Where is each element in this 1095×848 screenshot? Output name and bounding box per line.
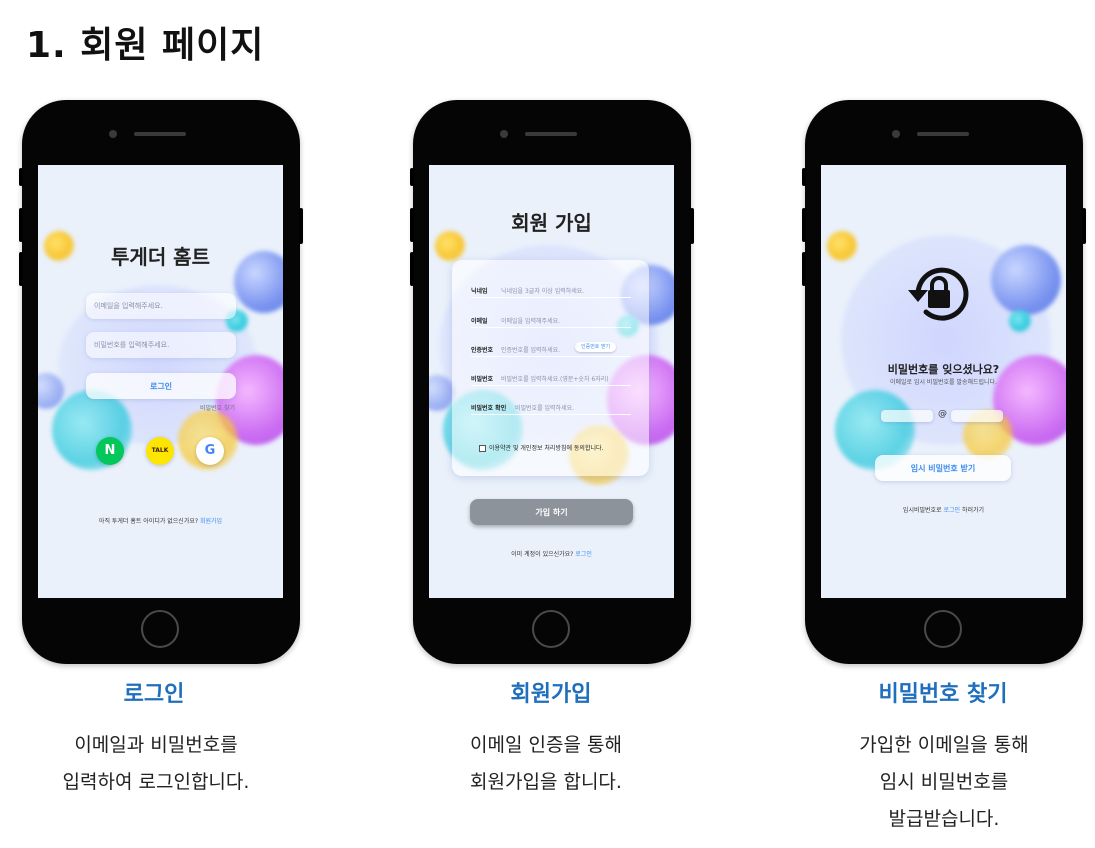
caption-line: 이메일과 비밀번호를 [74, 734, 238, 756]
phone-speaker [917, 132, 969, 136]
phone-camera [109, 130, 117, 138]
phone-side-button [299, 208, 303, 244]
login-prompt: 이미 계정이 있으신가요? 로그인 [429, 549, 674, 558]
phone-home-button [532, 610, 570, 648]
verification-field[interactable]: 인증번호를 입력하세요. [501, 345, 560, 354]
verification-row[interactable]: 인증번호 인증번호를 입력하세요. 인증번호 받기 [471, 339, 631, 357]
join-button[interactable]: 가입 하기 [470, 499, 633, 525]
email-row[interactable]: 이메일 이메일을 입력해주세요. [471, 310, 631, 328]
temp-login-suffix: 하러가기 [961, 507, 985, 514]
google-login-button[interactable]: G [196, 437, 224, 465]
temp-login-prompt: 임시비밀번호로 로그인 하러가기 [821, 505, 1066, 514]
lock-reset-icon [908, 267, 969, 321]
terms-agreement[interactable]: 이용약관 및 개인정보 처리방침에 동의합니다. [479, 443, 603, 452]
password-field[interactable]: 비밀번호를 입력해주세요. [86, 332, 236, 358]
nickname-row[interactable]: 닉네임 닉네임을 3글자 이상 입력하세요. [471, 280, 631, 298]
nickname-field[interactable]: 닉네임을 3글자 이상 입력하세요. [501, 286, 584, 295]
email-field[interactable]: 이메일을 입력해주세요. [501, 316, 560, 325]
email-field[interactable]: 이메일을 입력해주세요. [86, 293, 236, 319]
temp-password-button[interactable]: 임시 비밀번호 받기 [875, 455, 1011, 481]
phone-side-button [410, 208, 414, 242]
have-account-text: 이미 계정이 있으신가요? [511, 551, 574, 558]
email-label: 이메일 [471, 318, 488, 325]
app-title: 투게더 홈트 [111, 245, 210, 269]
login-screen: 투게더 홈트 이메일을 입력해주세요. 비밀번호를 입력해주세요. 로그인 비밀… [38, 165, 283, 598]
phone-side-button [19, 252, 23, 286]
phone-side-button [690, 208, 694, 244]
nickname-label: 닉네임 [471, 288, 488, 295]
login-link[interactable]: 로그인 [943, 507, 960, 514]
caption-desc-login: 이메일과 비밀번호를 입력하여 로그인합니다. [0, 727, 316, 801]
password-row[interactable]: 비밀번호 비밀번호를 입력하세요.(영문+숫자 6자리) [471, 368, 631, 386]
page-title: 1. 회원 페이지 [26, 25, 265, 66]
phone-login: 투게더 홈트 이메일을 입력해주세요. 비밀번호를 입력해주세요. 로그인 비밀… [19, 100, 303, 664]
password-confirm-row[interactable]: 비밀번호 확인 비밀번호를 입력하세요. [471, 397, 631, 415]
google-icon: G [204, 443, 216, 458]
no-account-text: 아직 투게더 홈트 아이디가 없으신가요? [98, 518, 199, 525]
login-link[interactable]: 로그인 [575, 551, 592, 558]
phone-find-password: 비밀번호를 잊으셨나요? 이메일로 임시 비밀번호를 발송해드립니다. @ 임시… [802, 100, 1086, 664]
get-verification-button[interactable]: 인증번호 받기 [575, 342, 617, 352]
terms-checkbox[interactable] [479, 445, 486, 452]
caption-line: 발급받습니다. [888, 808, 1000, 830]
caption-line: 가입한 이메일을 통해 [859, 734, 1029, 756]
phone-side-button [802, 208, 806, 242]
phone-side-button [19, 208, 23, 242]
signup-title: 회원 가입 [511, 211, 592, 235]
naver-icon: N [104, 443, 116, 458]
find-password-subtitle: 이메일로 임시 비밀번호를 발송해드립니다. [890, 379, 997, 386]
phone-side-button [410, 168, 414, 186]
phone-camera [892, 130, 900, 138]
signup-form-card: 닉네임 닉네임을 3글자 이상 입력하세요. 이메일 이메일을 입력해주세요. … [452, 260, 649, 476]
background-blob [991, 245, 1061, 315]
phone-side-button [802, 252, 806, 286]
password-confirm-label: 비밀번호 확인 [471, 405, 507, 412]
background-blob [1009, 310, 1031, 332]
phone-signup: 회원 가입 닉네임 닉네임을 3글자 이상 입력하세요. 이메일 이메일을 입력… [410, 100, 694, 664]
kakao-icon: TALK [151, 447, 169, 454]
caption-line: 입력하여 로그인합니다. [62, 771, 250, 793]
verification-label: 인증번호 [471, 347, 494, 354]
find-password-title: 비밀번호를 잊으셨나요? [887, 363, 1000, 376]
password-label: 비밀번호 [471, 376, 494, 383]
phone-side-button [19, 168, 23, 186]
at-sign: @ [938, 409, 947, 419]
password-field[interactable]: 비밀번호를 입력하세요.(영문+숫자 6자리) [501, 374, 609, 383]
temp-login-prefix: 임시비밀번호로 [902, 507, 942, 514]
phone-speaker [134, 132, 186, 136]
phone-side-button [802, 168, 806, 186]
caption-desc-find-password: 가입한 이메일을 통해 임시 비밀번호를 발급받습니다. [784, 727, 1095, 838]
phone-side-button [1082, 208, 1086, 244]
find-password-screen: 비밀번호를 잊으셨나요? 이메일로 임시 비밀번호를 발송해드립니다. @ 임시… [821, 165, 1066, 598]
phone-home-button [141, 610, 179, 648]
signup-screen: 회원 가입 닉네임 닉네임을 3글자 이상 입력하세요. 이메일 이메일을 입력… [429, 165, 674, 598]
signup-prompt: 아직 투게더 홈트 아이디가 없으신가요? 회원가입 [38, 516, 283, 525]
caption-desc-signup: 이메일 인증을 통해 회원가입을 합니다. [386, 727, 706, 801]
terms-label: 이용약관 및 개인정보 처리방침에 동의합니다. [489, 445, 604, 452]
caption-title-find-password: 비밀번호 찾기 [878, 682, 1008, 707]
phone-side-button [410, 252, 414, 286]
caption-title-signup: 회원가입 [510, 682, 592, 707]
caption-line: 이메일 인증을 통해 [470, 734, 622, 756]
phone-speaker [525, 132, 577, 136]
login-button[interactable]: 로그인 [86, 373, 236, 399]
password-confirm-field[interactable]: 비밀번호를 입력하세요. [515, 403, 574, 412]
caption-title-login: 로그인 [123, 682, 185, 707]
phone-camera [500, 130, 508, 138]
phone-home-button [924, 610, 962, 648]
caption-line: 회원가입을 합니다. [470, 771, 622, 793]
email-id-field[interactable] [881, 410, 933, 422]
email-domain-field[interactable] [951, 410, 1003, 422]
signup-link[interactable]: 회원가입 [200, 518, 222, 525]
background-blob [827, 231, 857, 261]
kakao-login-button[interactable]: TALK [146, 437, 174, 465]
forgot-password-link[interactable]: 비밀번호 찾기 [200, 403, 235, 412]
caption-line: 임시 비밀번호를 [879, 771, 1009, 793]
naver-login-button[interactable]: N [96, 437, 124, 465]
